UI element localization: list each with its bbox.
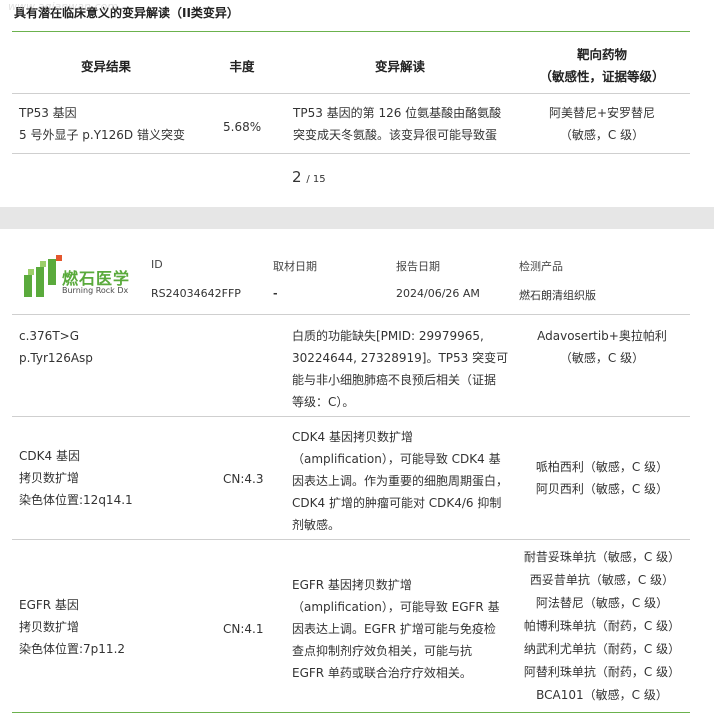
- page-current: 2: [292, 168, 302, 186]
- burning-rock-logo: 燃石医学 Burning Rock Dx: [22, 255, 152, 303]
- row-rule: [12, 416, 690, 417]
- header-drug-sub: （敏感性，证据等级）: [539, 69, 665, 84]
- row2-left-line: CDK4 基因: [19, 449, 80, 463]
- tp53-drug: 阿美替尼+安罗替尼: [548, 106, 656, 120]
- row1-interp-line: 白质的功能缺失[PMID: 29979965,: [292, 329, 484, 343]
- row2-interp-line: （amplification），可能导致 CDK4 基: [292, 452, 501, 466]
- row1-left-line: c.376T>G: [19, 329, 79, 343]
- header-result: 变异结果: [80, 59, 131, 74]
- row3-drug: 耐昔妥珠单抗（敏感，C 级）: [523, 550, 681, 564]
- row1-left-line: p.Tyr126Asp: [19, 351, 93, 365]
- row3-cn: CN:4.1: [223, 622, 264, 636]
- row3-left-line: EGFR 基因: [19, 598, 79, 612]
- row-rule: [12, 539, 690, 540]
- row2-drug: 哌柏西利（敏感，C 级）: [535, 460, 669, 474]
- meta-label-report-date: 报告日期: [396, 260, 440, 273]
- meta-label-product: 检测产品: [519, 260, 563, 273]
- header-rule-2: [12, 314, 690, 315]
- tp53-detail: 5 号外显子 p.Y126D 错义突变: [19, 128, 185, 142]
- header-top-rule: [12, 31, 690, 32]
- row2-drug: 阿贝西利（敏感，C 级）: [535, 482, 669, 496]
- report-page-1: 具有潜在临床意义的变异解读（II类变异） www.aqianwan.com 变异…: [0, 0, 714, 207]
- meta-label-id: ID: [151, 258, 163, 271]
- row3-drug: 纳武利尤单抗（耐药，C 级）: [523, 642, 681, 656]
- tp53-drug-level: （敏感，C 级）: [559, 128, 645, 142]
- row3-drug: 阿替利珠单抗（耐药，C 级）: [523, 665, 681, 679]
- row2-cn: CN:4.3: [223, 472, 264, 486]
- row1-interp-line: 等级：C）。: [292, 395, 355, 409]
- table-bottom-rule: [12, 712, 690, 713]
- row3-drug: 帕博利珠单抗（耐药，C 级）: [523, 619, 681, 633]
- row2-interp-line: CDK4 基因拷贝数扩增: [292, 430, 413, 444]
- logo-mark-icon: [24, 255, 62, 297]
- tp53-gene: TP53 基因: [19, 106, 77, 120]
- row3-interp-line: EGFR 基因拷贝数扩增: [292, 578, 412, 592]
- row2-left-line: 染色体位置:12q14.1: [19, 493, 133, 507]
- watermark: www.aqianwan.com: [8, 0, 118, 13]
- row1-interp-line: 能与非小细胞肺癌不良预后相关（证据: [292, 373, 497, 387]
- header-interpretation: 变异解读: [374, 59, 425, 74]
- meta-value-id: RS24034642FFP: [151, 287, 241, 300]
- row3-interp-line: （amplification），可能导致 EGFR 基: [292, 600, 500, 614]
- row2-interp-line: 剂敏感。: [292, 518, 341, 532]
- header-abundance: 丰度: [229, 59, 255, 74]
- page-total: / 15: [306, 174, 326, 185]
- row2-left-line: 拷贝数扩增: [19, 471, 80, 485]
- row3-interp-line: 查点抑制剂疗效负相关，可能与抗: [292, 644, 473, 658]
- row-bottom-rule: [12, 153, 690, 154]
- tp53-abundance: 5.68%: [223, 120, 262, 134]
- tp53-interp-line: TP53 基因的第 126 位氨基酸由酪氨酸: [293, 106, 502, 120]
- meta-label-sample-date: 取材日期: [273, 260, 317, 273]
- meta-value-sample-date: -: [273, 287, 278, 300]
- row3-left-line: 染色体位置:7p11.2: [19, 642, 126, 656]
- header-drug: 靶向药物: [576, 47, 627, 62]
- row3-drug: 西妥昔单抗（敏感，C 级）: [529, 573, 675, 587]
- logo-en: Burning Rock Dx: [62, 286, 129, 295]
- row3-interp-line: EGFR 单药或联合治疗疗效相关。: [292, 666, 472, 680]
- tp53-interp-line: 突变成天冬氨酸。该变异很可能导致蛋: [293, 128, 498, 142]
- header-bottom-rule: [12, 93, 690, 94]
- row3-drug: BCA101（敏感，C 级）: [536, 688, 668, 702]
- row3-left-line: 拷贝数扩增: [19, 620, 80, 634]
- page-gap: [0, 207, 714, 229]
- row3-interp-line: 因表达上调。EGFR 扩增可能与免疫检: [292, 622, 496, 636]
- row2-interp-line: 因表达上调。作为重要的细胞周期蛋白，: [292, 474, 509, 488]
- row1-drug: Adavosertib+奥拉帕利: [537, 329, 667, 343]
- row2-interp-line: CDK4 扩增的肿瘤可能对 CDK4/6 抑制: [292, 496, 502, 510]
- page-number: 2 / 15: [292, 168, 326, 186]
- row3-drug: 阿法替尼（敏感，C 级）: [535, 596, 669, 610]
- meta-value-report-date: 2024/06/26 AM: [396, 287, 480, 300]
- row1-interp-line: 30224644, 27328919]。TP53 突变可: [292, 351, 509, 365]
- meta-value-product: 燃石朗清组织版: [519, 289, 596, 302]
- row1-drug: （敏感，C 级）: [559, 351, 645, 365]
